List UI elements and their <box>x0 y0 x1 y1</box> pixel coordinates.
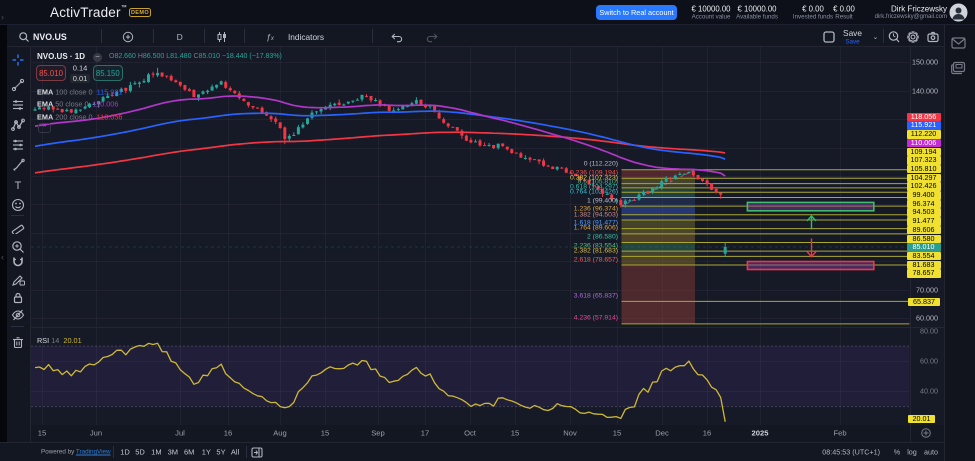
svg-text:T: T <box>15 180 22 192</box>
